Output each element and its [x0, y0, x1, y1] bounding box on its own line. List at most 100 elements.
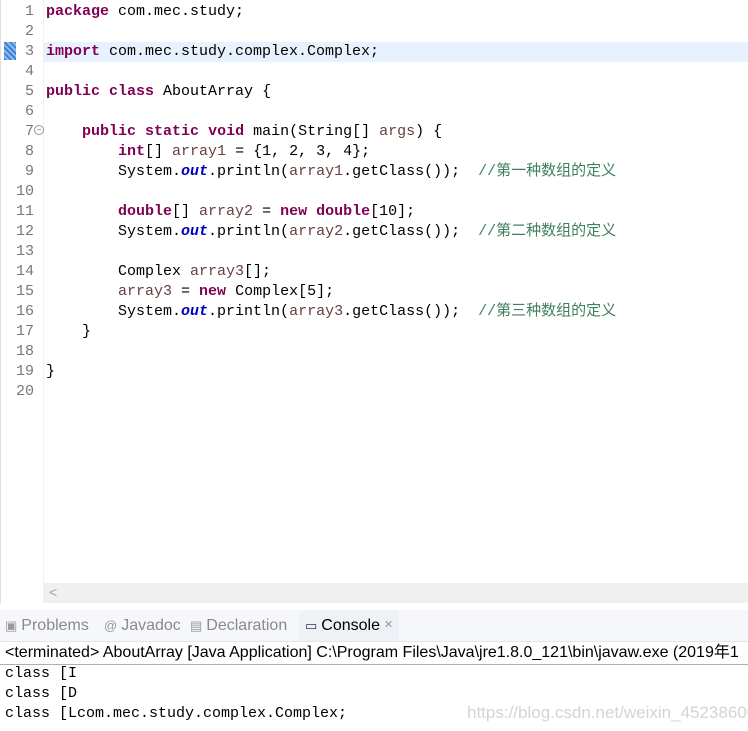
code-text: .getClass()); — [343, 163, 479, 180]
code-text: } — [46, 323, 92, 340]
code-text: = — [172, 283, 200, 300]
declaration-icon: ▤ — [190, 618, 203, 633]
line-number: 18 — [15, 343, 34, 360]
keyword: static — [145, 123, 200, 140]
code-text: .getClass()); — [343, 303, 479, 320]
variable: array3 — [118, 283, 173, 300]
line-number: 1 — [24, 3, 34, 20]
divider — [0, 664, 748, 665]
code-text: [10]; — [370, 203, 416, 220]
keyword: public — [46, 83, 101, 100]
line-number: 16 — [15, 303, 34, 320]
keyword: new — [199, 283, 227, 300]
code-line[interactable]: Complex array3[]; — [46, 262, 271, 282]
code-text: []; — [244, 263, 272, 280]
variable: array2 — [199, 203, 254, 220]
variable: array2 — [289, 223, 344, 240]
variable: array3 — [289, 303, 344, 320]
code-text: main(String[] — [244, 123, 380, 140]
code-text: Complex — [46, 263, 191, 280]
keyword: import — [46, 43, 101, 60]
view-tabs: ▣ Problems @ Javadoc ▤ Declaration ▭ Console… — [0, 610, 748, 642]
code-text: System. — [46, 303, 182, 320]
keyword: void — [208, 123, 245, 140]
line-number: 5 — [24, 83, 34, 100]
code-line[interactable]: } — [46, 322, 91, 342]
field: out — [181, 223, 209, 240]
line-number: 7 — [24, 123, 34, 140]
chevron-left-icon[interactable]: < — [49, 584, 57, 600]
code-text: } — [46, 363, 56, 380]
tab-javadoc[interactable]: @ Javadoc — [104, 610, 181, 641]
variable: array1 — [289, 163, 344, 180]
line-number: 17 — [15, 323, 34, 340]
code-text: System. — [46, 223, 182, 240]
comment: //第三种数组的定义 — [478, 303, 617, 320]
line-number: 4 — [24, 63, 34, 80]
comment: //第二种数组的定义 — [478, 223, 617, 240]
line-number: 12 — [15, 223, 34, 240]
code-text: = {1, 2, 3, 4}; — [226, 143, 371, 160]
line-number: 11 — [15, 203, 34, 220]
code-line[interactable]: package com.mec.study; — [46, 2, 244, 22]
console-icon: ▭ — [305, 618, 318, 633]
keyword: public — [82, 123, 137, 140]
line-number: 3 — [24, 43, 34, 60]
code-text: [] — [172, 203, 200, 220]
code-text: Complex[5]; — [226, 283, 335, 300]
code-editor[interactable]: − 1 package com.mec.study; 2 3 import com.me… — [0, 0, 748, 604]
tab-declaration[interactable]: ▤ Declaration — [190, 610, 287, 641]
keyword: new — [280, 203, 308, 220]
code-text: com.mec.study.complex.Complex; — [100, 43, 380, 60]
tab-problems[interactable]: ▣ Problems — [5, 610, 89, 641]
code-text: [] — [145, 143, 173, 160]
line-number: 20 — [15, 383, 34, 400]
field: out — [181, 163, 209, 180]
code-line[interactable]: public class AboutArray { — [46, 82, 271, 102]
field: out — [181, 303, 209, 320]
code-line[interactable]: array3 = new Complex[5]; — [46, 282, 334, 302]
code-text: .println( — [208, 303, 290, 320]
code-line[interactable]: import com.mec.study.complex.Complex; — [46, 42, 379, 62]
console-status: <terminated> AboutArray [Java Applicatio… — [5, 644, 739, 661]
code-line[interactable]: System.out.println(array3.getClass()); /… — [46, 302, 616, 322]
code-line[interactable]: public static void main(String[] args) { — [46, 122, 442, 142]
code-text: AboutArray { — [154, 83, 272, 100]
line-number: 2 — [24, 23, 34, 40]
keyword: class — [109, 83, 155, 100]
problems-icon: ▣ — [5, 618, 18, 633]
code-line[interactable]: System.out.println(array2.getClass()); /… — [46, 222, 616, 242]
keyword: double — [316, 203, 371, 220]
keyword: int — [118, 143, 146, 160]
fold-collapse-icon[interactable]: − — [34, 125, 44, 135]
horizontal-scrollbar[interactable]: < — [43, 583, 748, 603]
variable: array3 — [190, 263, 245, 280]
line-number: 8 — [24, 143, 34, 160]
code-line[interactable]: double[] array2 = new double[10]; — [46, 202, 415, 222]
keyword: double — [118, 203, 173, 220]
variable: args — [379, 123, 416, 140]
code-line[interactable]: } — [46, 362, 55, 382]
code-line[interactable]: System.out.println(array1.getClass()); /… — [46, 162, 616, 182]
code-text: System. — [46, 163, 182, 180]
comment: //第一种数组的定义 — [478, 163, 617, 180]
code-text: .println( — [208, 163, 290, 180]
close-icon[interactable]: ✕ — [384, 610, 393, 641]
line-number: 10 — [15, 183, 34, 200]
console-output-line: class [Lcom.mec.study.complex.Complex; — [5, 705, 348, 722]
code-text: com.mec.study; — [109, 3, 245, 20]
line-number: 6 — [24, 103, 34, 120]
line-number: 13 — [15, 243, 34, 260]
code-line[interactable]: int[] array1 = {1, 2, 3, 4}; — [46, 142, 370, 162]
line-number: 9 — [24, 163, 34, 180]
tab-console[interactable]: ▭ Console ✕ — [299, 610, 400, 641]
console-output-line: class [I — [5, 665, 78, 682]
variable: array1 — [172, 143, 227, 160]
